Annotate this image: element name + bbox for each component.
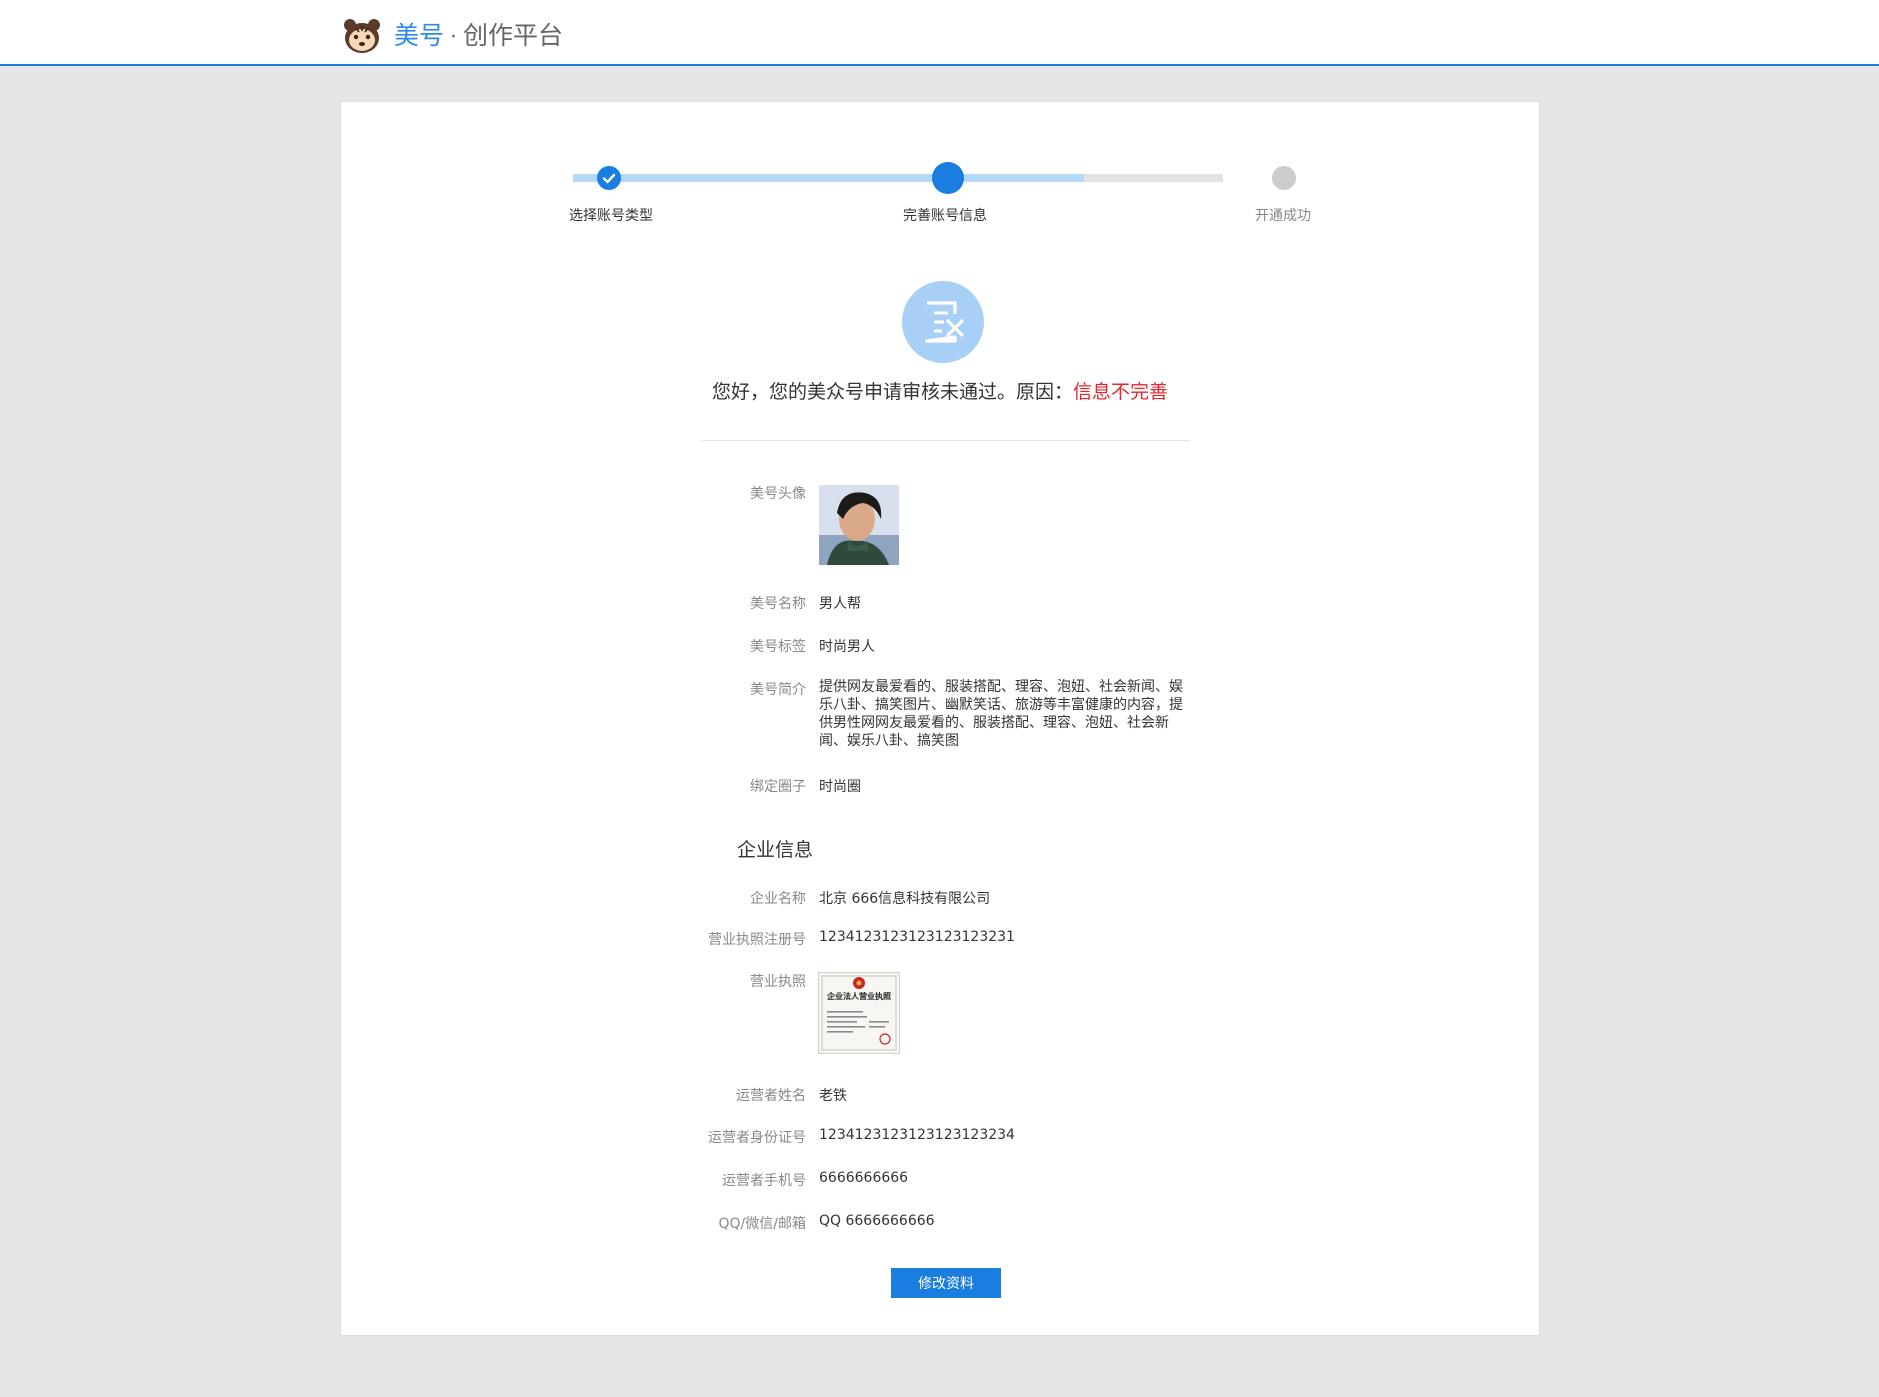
circle-value: 时尚圈 — [819, 779, 861, 795]
brand-name: 美号 — [394, 21, 445, 50]
platform-brand[interactable]: 美号 · 创作平台 — [394, 17, 563, 57]
license-title: 企业法人营业执照 — [827, 992, 891, 1001]
operator-phone-label: 运营者手机号 — [722, 1173, 806, 1189]
application-status-card: 选择账号类型 完善账号信息 开通成功 您好，您的美众号申请审核未通过。原因：信息… — [340, 101, 1540, 1336]
step-2-current-dot — [932, 162, 964, 194]
rejection-reason: 信息不完善 — [1073, 381, 1169, 403]
operator-id-label: 运营者身份证号 — [708, 1130, 806, 1146]
business-license-image: 企业法人营业执照 — [818, 972, 900, 1054]
section-divider — [702, 440, 1190, 441]
operator-phone-value: 6666666666 — [819, 1170, 909, 1186]
contact-value: QQ 6666666666 — [819, 1213, 935, 1229]
registration-number-label: 营业执照注册号 — [708, 932, 806, 948]
rejection-message: 您好，您的美众号申请审核未通过。原因：信息不完善 — [341, 377, 1539, 404]
operator-id-value: 1234123123123123123234 — [819, 1127, 1015, 1143]
name-label: 美号名称 — [750, 596, 806, 612]
step-3-pending-dot — [1272, 166, 1296, 190]
form-reject-icon — [902, 281, 984, 363]
tag-label: 美号标签 — [750, 639, 806, 655]
top-navigation-bar: 美号 · 创作平台 — [0, 0, 1879, 66]
circle-label: 绑定圈子 — [750, 779, 806, 795]
rejection-text: 您好，您的美众号申请审核未通过。原因： — [711, 381, 1073, 403]
tiger-logo-icon[interactable] — [342, 17, 382, 55]
account-avatar — [819, 485, 899, 565]
license-seal-icon — [819, 973, 899, 1053]
step-1-label: 选择账号类型 — [569, 208, 653, 224]
company-section-title: 企业信息 — [737, 839, 814, 861]
avatar-label: 美号头像 — [750, 486, 806, 502]
name-value: 男人帮 — [819, 596, 861, 612]
operator-name-value: 老铁 — [819, 1088, 847, 1104]
contact-label: QQ/微信/邮箱 — [718, 1216, 806, 1232]
intro-label: 美号简介 — [750, 682, 806, 698]
company-name-label: 企业名称 — [750, 891, 806, 907]
step-3-label: 开通成功 — [1255, 208, 1311, 224]
intro-value: 提供网友最爱看的、服装搭配、理容、泡妞、社会新闻、娱乐八卦、搞笑图片、幽默笑话、… — [819, 679, 1183, 749]
brand-separator: · — [450, 25, 458, 50]
platform-name: 创作平台 — [463, 21, 564, 50]
registration-number-value: 1234123123123123123231 — [819, 929, 1015, 945]
operator-name-label: 运营者姓名 — [736, 1088, 806, 1104]
company-name-value: 北京 666信息科技有限公司 — [819, 891, 991, 907]
step-2-label: 完善账号信息 — [903, 208, 987, 224]
step-1-check-icon — [597, 166, 621, 190]
business-license-label: 营业执照 — [750, 974, 806, 990]
tag-value: 时尚男人 — [819, 639, 875, 655]
step-track-1 — [573, 174, 914, 182]
edit-profile-button[interactable]: 修改资料 — [891, 1268, 1001, 1298]
